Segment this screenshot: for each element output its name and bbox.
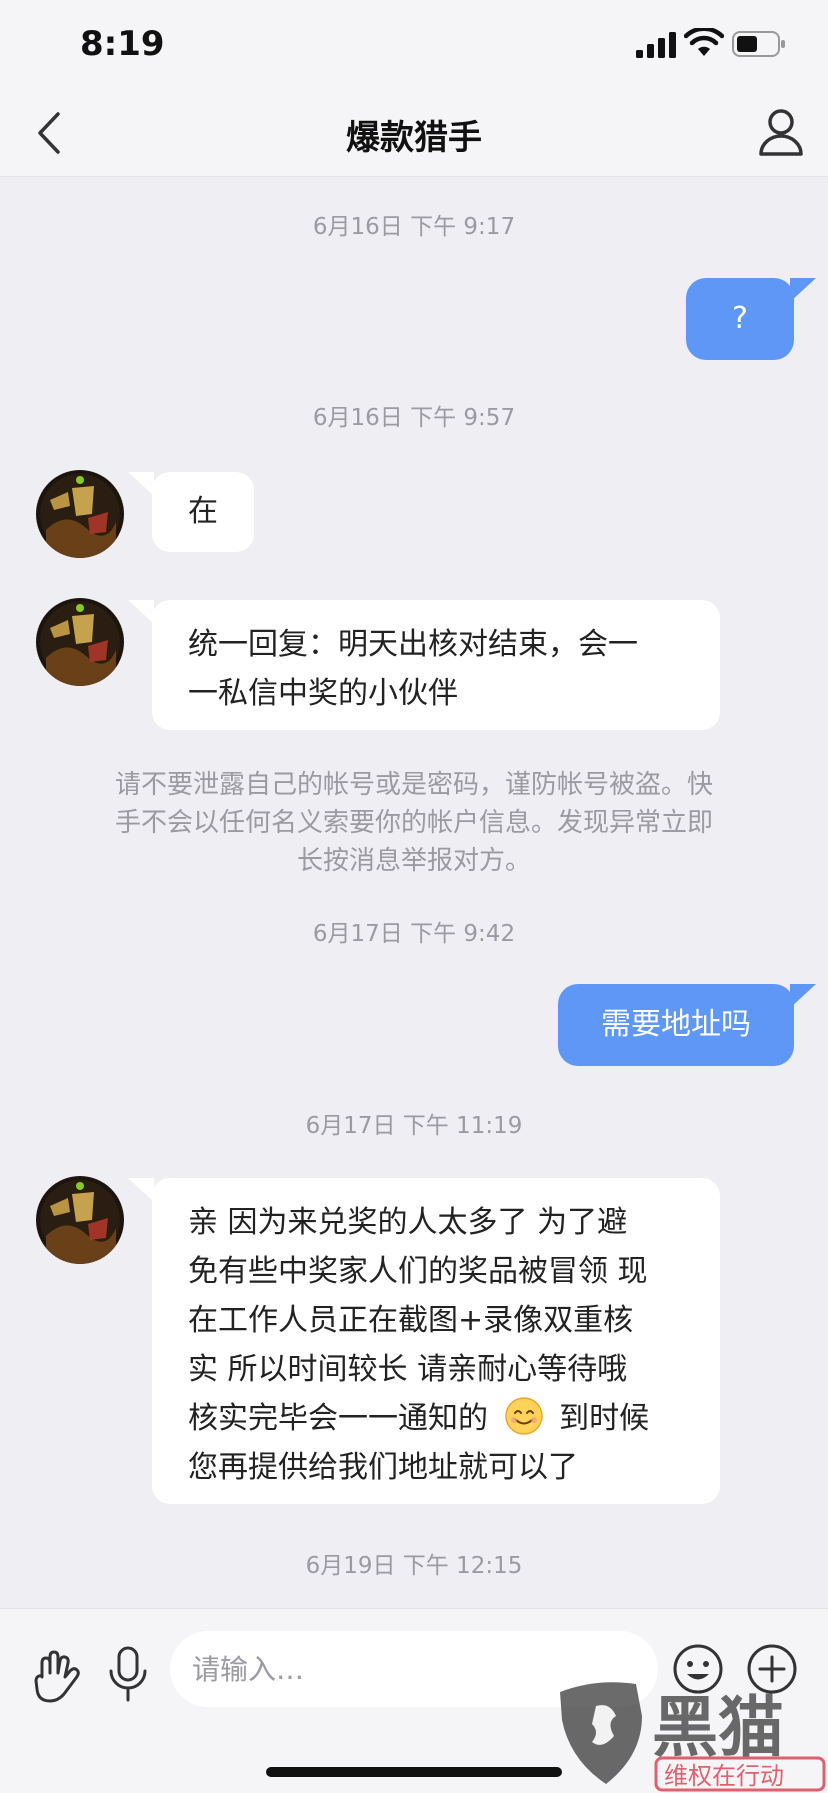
bubble-tail	[128, 600, 154, 624]
message-text-line: 亲 因为来兑奖的人太多了 为了避	[188, 1205, 628, 1240]
microphone-icon[interactable]	[106, 1645, 150, 1705]
cellular-signal-icon	[636, 32, 676, 58]
status-time: 8:19	[80, 24, 165, 64]
message-text: ?	[732, 301, 748, 336]
received-message-bubble[interactable]: 亲 因为来兑奖的人太多了 为了避 免有些中奖家人们的奖品被冒领 现 在工作人员正…	[152, 1178, 720, 1504]
received-message-bubble[interactable]: 统一回复：明天出核对结束，会一 一私信中奖的小伙伴	[152, 600, 720, 730]
timestamp: 6月19日 下午 12:15	[305, 1553, 523, 1579]
security-notice: 请不要泄露自己的帐号或是密码，谨防帐号被盗。快 手不会以任何名义索要你的帐户信息…	[80, 766, 748, 880]
sent-message-bubble[interactable]: 需要地址吗	[558, 984, 794, 1066]
battery-icon	[732, 31, 785, 57]
watermark-text: 黑猫	[652, 1689, 784, 1766]
home-indicator	[266, 1767, 562, 1777]
notice-line: 请不要泄露自己的帐号或是密码，谨防帐号被盗。快	[114, 770, 713, 800]
timestamp: 6月16日 下午 9:17	[312, 214, 516, 240]
bubble-tail	[790, 984, 816, 1008]
message-text: 需要地址吗	[601, 1007, 751, 1042]
message-text-line: 实 所以时间较长 请亲耐心等待哦	[188, 1352, 628, 1387]
nav-bar: 爆款猎手	[0, 90, 828, 177]
chat-title: 爆款猎手	[346, 118, 482, 158]
message-text-segment: 核实完毕会一一通知的	[188, 1401, 488, 1436]
message-text-line: 免有些中奖家人们的奖品被冒领 现	[188, 1254, 648, 1289]
bubble-tail	[128, 472, 154, 496]
bubble-tail	[790, 278, 816, 302]
avatar-image	[36, 470, 124, 558]
notice-line: 手不会以任何名义索要你的帐户信息。发现异常立即	[114, 808, 713, 838]
message-text: 在	[188, 494, 218, 529]
sent-message-bubble[interactable]: ?	[686, 278, 794, 360]
message-text-line: 您再提供给我们地址就可以了	[188, 1450, 578, 1485]
watermark-subtext: 维权在行动	[664, 1762, 784, 1790]
notice-line: 长按消息举报对方。	[296, 846, 531, 876]
wave-hand-icon[interactable]	[28, 1647, 84, 1707]
avatar[interactable]	[36, 1176, 124, 1264]
bubble-tail	[128, 1178, 154, 1202]
avatar-image	[36, 1176, 124, 1264]
avatar[interactable]	[36, 598, 124, 686]
avatar-image	[36, 598, 124, 686]
timestamp: 6月16日 下午 9:57	[312, 405, 516, 431]
profile-icon[interactable]	[756, 106, 806, 158]
message-text-line: 统一回复：明天出核对结束，会一	[188, 627, 638, 662]
wifi-icon	[684, 28, 724, 56]
status-bar: 8:19	[0, 0, 828, 90]
message-text-line: 在工作人员正在截图+录像双重核	[188, 1303, 634, 1338]
message-text-line: 一私信中奖的小伙伴	[188, 676, 458, 711]
message-text-line: 核实完毕会一一通知的 到时候	[188, 1394, 684, 1443]
timestamp: 6月17日 下午 9:42	[312, 921, 516, 947]
smiling-face-emoji-icon	[504, 1397, 543, 1435]
received-message-bubble[interactable]: 在	[152, 472, 254, 552]
timestamp: 6月17日 下午 11:19	[305, 1113, 523, 1139]
heimao-watermark-logo: 黑猫 维权在行动	[560, 1682, 826, 1792]
message-text-segment: 到时候	[559, 1401, 650, 1436]
avatar[interactable]	[36, 470, 124, 558]
